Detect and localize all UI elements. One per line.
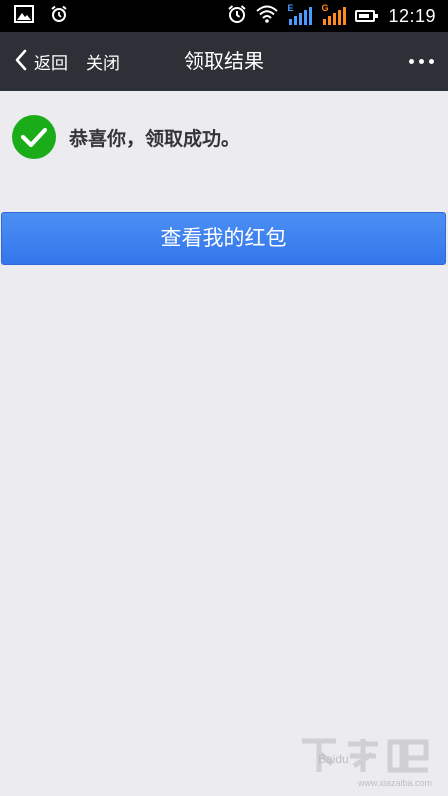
image-notification-icon — [14, 5, 34, 27]
sim2-network-type: G — [321, 3, 329, 13]
sim2-signal-icon: G — [321, 3, 347, 25]
nav-bar: 返回 关闭 领取结果 — [0, 32, 448, 91]
more-dot-icon — [429, 59, 434, 64]
battery-icon — [355, 10, 379, 22]
alarm-icon — [227, 4, 247, 28]
success-message: 恭喜你，领取成功。 — [69, 127, 241, 150]
watermark-baidu-text: Baidu — [318, 752, 349, 766]
success-check-icon — [12, 115, 56, 159]
alarm-notification-icon — [50, 5, 68, 27]
watermark: Baidu www.xiazaiba.com — [288, 732, 438, 790]
chevron-left-icon — [14, 49, 28, 75]
status-bar: E G 12:19 — [0, 0, 448, 32]
result-row: 恭喜你，领取成功。 — [12, 114, 240, 160]
more-dot-icon — [419, 59, 424, 64]
status-right: E G 12:19 — [227, 0, 436, 32]
status-time: 12:19 — [388, 5, 436, 26]
sim1-signal-icon: E — [287, 3, 313, 25]
status-left — [14, 0, 68, 32]
wifi-icon — [256, 5, 279, 27]
close-button[interactable]: 关闭 — [86, 32, 120, 91]
more-dot-icon — [409, 59, 414, 64]
view-my-red-packet-button[interactable]: 查看我的红包 — [1, 212, 446, 265]
sim1-network-type: E — [287, 3, 294, 13]
more-menu-button[interactable] — [409, 32, 434, 91]
watermark-site: www.xiazaiba.com — [357, 778, 432, 788]
back-button[interactable]: 返回 — [14, 32, 68, 91]
back-label: 返回 — [34, 54, 68, 74]
